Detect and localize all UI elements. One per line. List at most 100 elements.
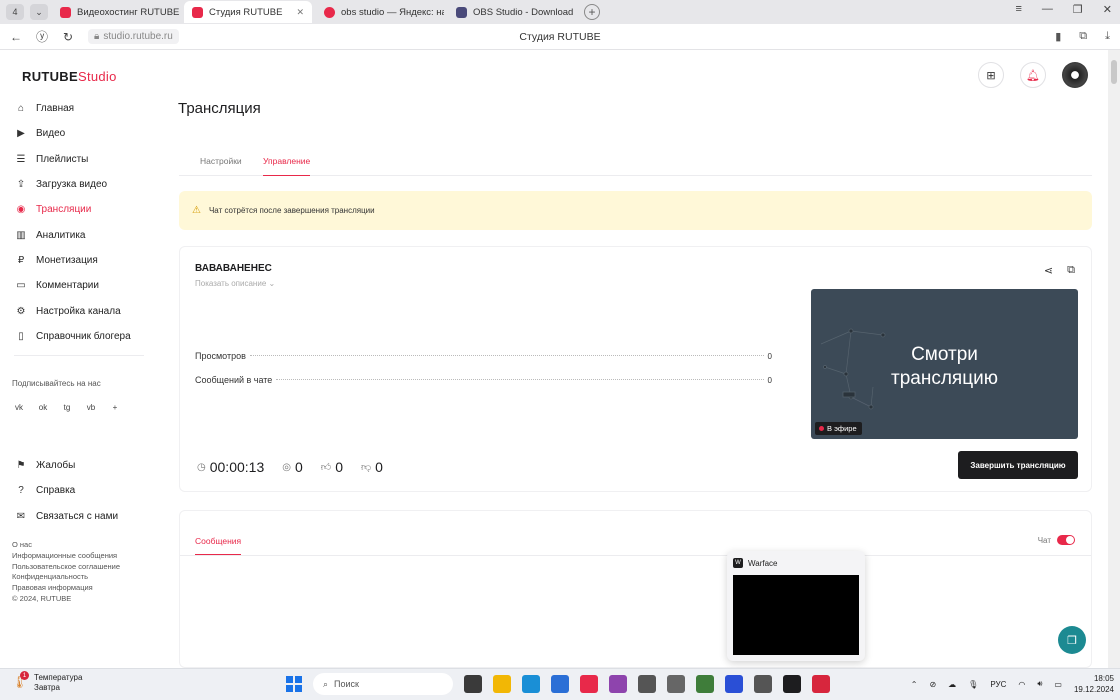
more-icon[interactable]: +: [108, 400, 122, 414]
share-icon[interactable]: ⋖: [1044, 264, 1053, 277]
sidebar-item-help[interactable]: ? Справка: [0, 478, 150, 503]
add-content-button[interactable]: ⊞: [978, 62, 1004, 88]
plus-square-icon: ⊞: [986, 69, 996, 82]
browser-tab-3[interactable]: obs studio — Яндекс: наш: [316, 1, 444, 23]
dotted-leader: [276, 379, 764, 380]
taskbar-app-icon[interactable]: [783, 675, 801, 693]
footer-links: О нас Информационные сообщения Пользоват…: [12, 540, 120, 605]
close-tab-icon[interactable]: ✕: [296, 7, 304, 18]
sidebar-secondary: ⚑ Жалобы? Справка ✉ Связаться с нами: [0, 453, 150, 529]
bell-icon: 🔔︎: [1026, 69, 1040, 82]
sidebar-item-mail[interactable]: ✉ Связаться с нами: [0, 504, 150, 529]
search-icon: ⌕: [323, 678, 329, 689]
sidebar-item-guide[interactable]: ▯ Справочник блогера: [0, 324, 150, 349]
wifi-icon[interactable]: ◠: [1018, 680, 1025, 689]
clock[interactable]: 18:05 19.12.2024: [1074, 673, 1114, 695]
chevron-up-icon[interactable]: ⌃: [911, 680, 918, 689]
tab-list-chevron-icon[interactable]: ⌄: [30, 4, 48, 20]
sidebar-item-comments[interactable]: ▭ Комментарии: [0, 273, 150, 298]
maximize-icon[interactable]: ❐: [1073, 3, 1083, 16]
back-icon[interactable]: ←: [6, 30, 26, 44]
preview-thumbnail[interactable]: [733, 575, 859, 655]
menu-icon[interactable]: ≡: [1015, 3, 1021, 16]
bookmark-icon[interactable]: ▮: [1055, 30, 1061, 43]
sidebar-item-video[interactable]: ▶ Видео: [0, 121, 150, 146]
browser-tab-1[interactable]: Видеохостинг RUTUBE. С: [52, 1, 180, 23]
taskbar-app-icon[interactable]: [609, 675, 627, 693]
vk-icon[interactable]: vk: [12, 400, 26, 414]
reload-icon[interactable]: ↻: [58, 30, 78, 44]
taskbar-app-icon[interactable]: [493, 675, 511, 693]
tab-label: Студия RUTUBE: [209, 6, 283, 18]
chat-toggle-label: Чат: [1037, 535, 1051, 545]
sidebar-item-home[interactable]: ⌂ Главная: [0, 96, 150, 121]
sidebar-item-broadcast[interactable]: ◉ Трансляции: [0, 197, 150, 222]
battery-icon[interactable]: ▭: [1054, 680, 1062, 689]
show-description-link[interactable]: Показать описание ⌄: [195, 279, 275, 288]
sidebar-item-settings[interactable]: ⚙ Настройка канала: [0, 298, 150, 323]
network-off-icon[interactable]: ⊘: [929, 680, 936, 689]
money-icon: ₽: [17, 254, 25, 266]
language-indicator[interactable]: РУС: [990, 680, 1006, 689]
notifications-button[interactable]: 🔔︎: [1020, 62, 1046, 88]
cloud-icon[interactable]: ☁: [948, 680, 956, 689]
browser-tab-2[interactable]: Студия RUTUBE ✕: [184, 1, 312, 23]
yandex-home-icon[interactable]: ⓨ: [32, 28, 52, 45]
broadcast-icon: ◉: [16, 204, 26, 216]
minimize-icon[interactable]: —: [1042, 3, 1053, 16]
thermometer-icon: 🌡︎ 1: [12, 671, 29, 689]
volume-icon[interactable]: 🔊︎: [1037, 679, 1042, 689]
weather-widget[interactable]: 🌡︎ 1 Температура Завтра: [12, 671, 82, 693]
taskbar-app-icon[interactable]: [696, 675, 714, 693]
sidebar-item-flag[interactable]: ⚑ Жалобы: [0, 453, 150, 478]
windows-start-icon[interactable]: [286, 676, 302, 692]
taskbar-app-icon[interactable]: [754, 675, 772, 693]
link-info-messages[interactable]: Информационные сообщения: [12, 551, 120, 562]
stream-title: ВАВАВАНЕНЕС: [195, 263, 272, 274]
download-icon[interactable]: ⤓: [1105, 30, 1110, 43]
chevron-down-icon: ⌄: [268, 279, 276, 288]
taskbar-app-icon[interactable]: [667, 675, 685, 693]
microphone-icon[interactable]: 🎙︎: [968, 680, 978, 689]
taskbar-app-icon[interactable]: [522, 675, 540, 693]
taskbar-search-input[interactable]: ⌕ Поиск: [313, 673, 453, 695]
taskbar-window-preview[interactable]: W Warface: [727, 551, 865, 661]
viber-icon[interactable]: vb: [84, 400, 98, 414]
rutube-studio-logo[interactable]: RUTUBEStudio: [22, 69, 117, 84]
scrollbar-thumb[interactable]: [1111, 60, 1117, 84]
sidebar-item-upload[interactable]: ⇪ Загрузка видео: [0, 172, 150, 197]
taskbar-app-icon[interactable]: [812, 675, 830, 693]
live-dot-icon: [819, 426, 824, 431]
taskbar-app-icon[interactable]: [464, 675, 482, 693]
end-stream-button[interactable]: Завершить трансляцию: [958, 451, 1078, 479]
page-scrollbar[interactable]: [1108, 50, 1120, 668]
taskbar-app-icon[interactable]: [580, 675, 598, 693]
link-user-agreement[interactable]: Пользовательское соглашение: [12, 562, 120, 573]
sidebar-item-money[interactable]: ₽ Монетизация: [0, 248, 150, 273]
tab-management[interactable]: Управление: [263, 156, 311, 176]
taskbar-app-icon[interactable]: [551, 675, 569, 693]
tab-settings[interactable]: Настройки: [200, 156, 242, 166]
close-window-icon[interactable]: ✕: [1103, 3, 1112, 16]
sidebar-item-analytics[interactable]: ▥ Аналитика: [0, 222, 150, 247]
url-field[interactable]: 🔒︎ studio.rutube.ru: [88, 29, 179, 44]
chat-toggle[interactable]: Чат: [1038, 535, 1075, 545]
stream-preview[interactable]: Смотри трансляцию В эфире: [811, 289, 1078, 439]
telegram-icon[interactable]: tg: [60, 400, 74, 414]
support-chat-button[interactable]: ❐: [1058, 626, 1086, 654]
taskbar-app-icon[interactable]: [725, 675, 743, 693]
link-privacy[interactable]: Конфиденциальность: [12, 572, 120, 583]
tab-counter[interactable]: 4: [6, 4, 24, 20]
link-legal[interactable]: Правовая информация: [12, 583, 120, 594]
sidebar-item-playlist[interactable]: ☰ Плейлисты: [0, 147, 150, 172]
ok-icon[interactable]: ok: [36, 400, 50, 414]
external-link-icon[interactable]: ⧉: [1067, 264, 1075, 277]
avatar[interactable]: [1062, 62, 1088, 88]
link-about[interactable]: О нас: [12, 540, 120, 551]
new-tab-button[interactable]: +: [584, 4, 600, 20]
browser-tab-4[interactable]: OBS Studio - Download an: [448, 1, 576, 23]
extensions-icon[interactable]: ⧉: [1079, 30, 1087, 43]
tab-messages[interactable]: Сообщения: [195, 536, 242, 555]
taskbar-app-icon[interactable]: [638, 675, 656, 693]
chat-switch[interactable]: [1057, 535, 1075, 545]
